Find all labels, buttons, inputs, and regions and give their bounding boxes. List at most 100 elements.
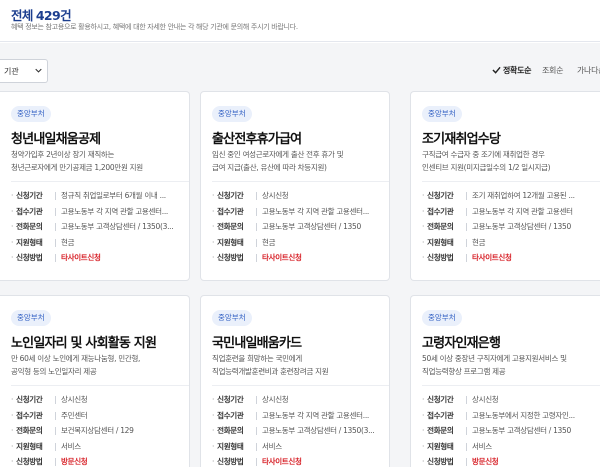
- field-value: 현금: [61, 237, 75, 247]
- category-badge: 중앙부처: [212, 310, 252, 326]
- card-description-line: 급여 지급(출산, 유산에 따라 차등지원): [212, 163, 327, 172]
- field-value: 상시신청: [262, 395, 289, 404]
- field-value: 고용노동부 고객상담센터 / 1350: [472, 426, 571, 435]
- field-value: 현금: [262, 237, 276, 247]
- benefit-card[interactable]: 중앙부처 청년내일채움공제 청약가입후 2년이상 장기 재직하는 청년근로자에게…: [0, 91, 190, 281]
- result-header: 전체 429건 혜택 정보는 참고용으로 활용하시고, 혜택에 대한 자세한 안내…: [0, 0, 600, 42]
- field-value: 고용노동부 각 지역 관할 고용센터...: [262, 410, 369, 420]
- field-label: 신청방법: [422, 250, 454, 266]
- card-title: 고령자인재은행: [422, 336, 501, 351]
- field-label: 전화문의: [422, 423, 454, 439]
- field-value: 상시신청: [262, 191, 289, 200]
- field-value: 고용노동부 고객상담센터 / 1350: [262, 222, 361, 231]
- field-label: 신청방법: [422, 454, 454, 467]
- field-label: 지원형태: [11, 235, 43, 251]
- result-list: 기관 정확도순 조회순 가나다순 중앙부처 청년내일채움공제 청약가입후 2년이…: [0, 43, 600, 467]
- detail-apply-period: 신청기간 상시신청: [422, 392, 600, 408]
- card-details: 신청기간 상시신청 접수기관 고용노동부 각 지역 관할 고용센터... 전화문의 고…: [212, 188, 389, 266]
- detail-apply-period: 신청기간 상시신청: [11, 392, 189, 408]
- field-value: 조기 재취업하여 12개월 고용된 ...: [472, 191, 575, 200]
- card-description-line: 청년근로자에게 만기공제금 1,200만원 지원: [11, 163, 143, 172]
- notice-text: 혜택 정보는 참고용으로 활용하시고, 혜택에 대한 자세한 안내는 각 해당 …: [11, 23, 298, 31]
- detail-phone: 전화문의 고용노동부 고객상담센터 / 1350: [422, 423, 600, 439]
- category-badge: 중앙부처: [422, 106, 462, 122]
- card-title: 조기재취업수당: [422, 132, 501, 147]
- category-badge: 중앙부처: [212, 106, 252, 122]
- card-divider: [11, 181, 189, 182]
- field-label: 지원형태: [212, 439, 244, 455]
- field-label: 접수기관: [422, 204, 454, 220]
- field-label: 접수기관: [422, 408, 454, 424]
- card-description: 만 60세 이상 노인에게 재능나눔형, 민간형, 공익형 등의 노인일자리 제…: [11, 352, 181, 378]
- field-label: 신청방법: [212, 250, 244, 266]
- field-value: 고용노동부 각 지역 관할 고용센터...: [61, 206, 168, 216]
- field-value: 상시신청: [472, 395, 499, 404]
- benefit-card[interactable]: 중앙부처 노인일자리 및 사회활동 지원 만 60세 이상 노인에게 재능나눔형…: [0, 295, 190, 467]
- field-label: 신청방법: [212, 454, 244, 467]
- card-title: 노인일자리 및 사회활동 지원: [11, 336, 157, 351]
- sort-views-label: 조회순: [542, 66, 564, 75]
- field-value: 서비스: [472, 441, 492, 451]
- detail-apply-method: 신청방법 타사이트신청: [11, 250, 189, 266]
- card-details: 신청기간 상시신청 접수기관 고용노동부에서 지정한 고령자인... 전화문의 고용노…: [422, 392, 600, 467]
- detail-support-type: 지원형태 서비스: [11, 439, 189, 455]
- apply-link[interactable]: 타사이트신청: [262, 250, 383, 266]
- benefit-card[interactable]: 중앙부처 고령자인재은행 50세 이상 중장년 구직자에게 고용지원서비스 및 …: [410, 295, 600, 467]
- sort-alphabetical[interactable]: 가나다순: [577, 65, 600, 76]
- card-description: 50세 이상 중장년 구직자에게 고용지원서비스 및 직업능력향상 프로그램 제…: [422, 352, 592, 378]
- field-label: 신청기간: [11, 188, 43, 204]
- field-label: 접수기관: [212, 408, 244, 424]
- card-title: 청년내일채움공제: [11, 132, 101, 147]
- check-icon: [492, 66, 501, 74]
- apply-link[interactable]: 타사이트신청: [262, 454, 383, 467]
- detail-apply-period: 신청기간 정규직 취업일로부터 6개월 이내 ...: [11, 188, 189, 204]
- category-badge: 중앙부처: [11, 310, 51, 326]
- card-description-line: 직업훈련을 희망하는 국민에게: [212, 354, 302, 363]
- detail-agency: 접수기관 고용노동부 각 지역 관할 고용센터...: [11, 204, 189, 220]
- field-value: 고용노동부 각 지역 관할 고용센터...: [262, 206, 369, 216]
- field-label: 지원형태: [212, 235, 244, 251]
- card-description: 청약가입후 2년이상 장기 재직하는 청년근로자에게 만기공제금 1,200만원…: [11, 148, 181, 174]
- card-description-line: 직업능력개발훈련비과 훈련장려금 지원: [212, 367, 329, 376]
- card-details: 신청기간 상시신청 접수기관 주민센터 전화문의 보건복지상담센터 / 129 지원형…: [11, 392, 189, 467]
- card-description-line: 임신 중인 여성근로자에게 출산 전후 휴가 및: [212, 150, 344, 159]
- card-details: 신청기간 상시신청 접수기관 고용노동부 각 지역 관할 고용센터... 전화문의 고…: [212, 392, 389, 467]
- field-value: 고용노동부 고객상담센터 / 1350: [472, 222, 571, 231]
- detail-support-type: 지원형태 서비스: [212, 439, 389, 455]
- apply-link[interactable]: 방문신청: [472, 454, 594, 467]
- detail-agency: 접수기관 고용노동부 각 지역 관할 고용센터...: [212, 408, 389, 424]
- field-value: 고용노동부 각 지역 관할 고용센터: [472, 206, 573, 216]
- apply-link[interactable]: 타사이트신청: [61, 250, 183, 266]
- total-label: 전체: [11, 8, 33, 23]
- agency-filter-select[interactable]: 기관: [0, 59, 48, 83]
- agency-filter-value: 기관: [4, 67, 19, 76]
- field-value: 고용노동부 고객상담센터 / 1350(3...: [262, 426, 375, 435]
- detail-agency: 접수기관 고용노동부 각 지역 관할 고용센터...: [212, 204, 389, 220]
- card-description: 구직급여 수급자 중 조기에 재취업한 경우 인센티브 지원(미지급일수의 1/…: [422, 148, 592, 174]
- apply-link[interactable]: 타사이트신청: [472, 250, 594, 266]
- field-label: 신청기간: [11, 392, 43, 408]
- sort-accuracy[interactable]: 정확도순: [492, 65, 532, 76]
- benefit-card[interactable]: 중앙부처 출산전후휴가급여 임신 중인 여성근로자에게 출산 전후 휴가 및 급…: [200, 91, 390, 281]
- card-divider: [212, 181, 389, 182]
- detail-agency: 접수기관 주민센터: [11, 408, 189, 424]
- field-label: 신청방법: [11, 250, 43, 266]
- detail-agency: 접수기관 고용노동부 각 지역 관할 고용센터: [422, 204, 600, 220]
- card-description-line: 50세 이상 중장년 구직자에게 고용지원서비스 및: [422, 354, 567, 363]
- benefit-card[interactable]: 중앙부처 조기재취업수당 구직급여 수급자 중 조기에 재취업한 경우 인센티브…: [410, 91, 600, 281]
- detail-apply-method: 신청방법 방문신청: [422, 454, 600, 467]
- field-label: 전화문의: [11, 219, 43, 235]
- card-description-line: 공익형 등의 노인일자리 제공: [11, 367, 97, 376]
- apply-link[interactable]: 방문신청: [61, 454, 183, 467]
- detail-apply-period: 신청기간 조기 재취업하여 12개월 고용된 ...: [422, 188, 600, 204]
- sort-alphabetical-label: 가나다순: [577, 66, 600, 75]
- field-label: 전화문의: [212, 423, 244, 439]
- detail-apply-period: 신청기간 상시신청: [212, 392, 389, 408]
- field-label: 신청기간: [422, 188, 454, 204]
- detail-phone: 전화문의 고용노동부 고객상담센터 / 1350: [422, 219, 600, 235]
- field-label: 신청기간: [212, 188, 244, 204]
- sort-views[interactable]: 조회순: [542, 65, 563, 76]
- chevron-down-icon: [35, 68, 42, 73]
- card-divider: [422, 385, 600, 386]
- benefit-card[interactable]: 중앙부처 국민내일배움카드 직업훈련을 희망하는 국민에게 직업능력개발훈련비과…: [200, 295, 390, 467]
